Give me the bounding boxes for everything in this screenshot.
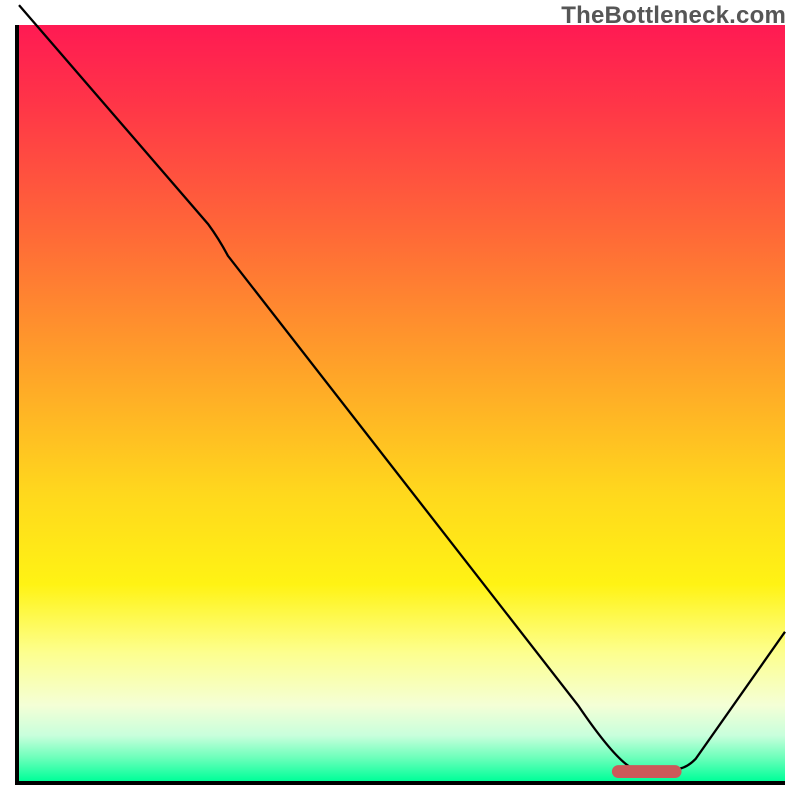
curve-svg: [19, 25, 785, 781]
plot-area: [15, 25, 785, 785]
bottleneck-curve: [19, 5, 785, 769]
chart-stage: TheBottleneck.com: [0, 0, 800, 800]
optimal-range-marker: [612, 765, 682, 778]
